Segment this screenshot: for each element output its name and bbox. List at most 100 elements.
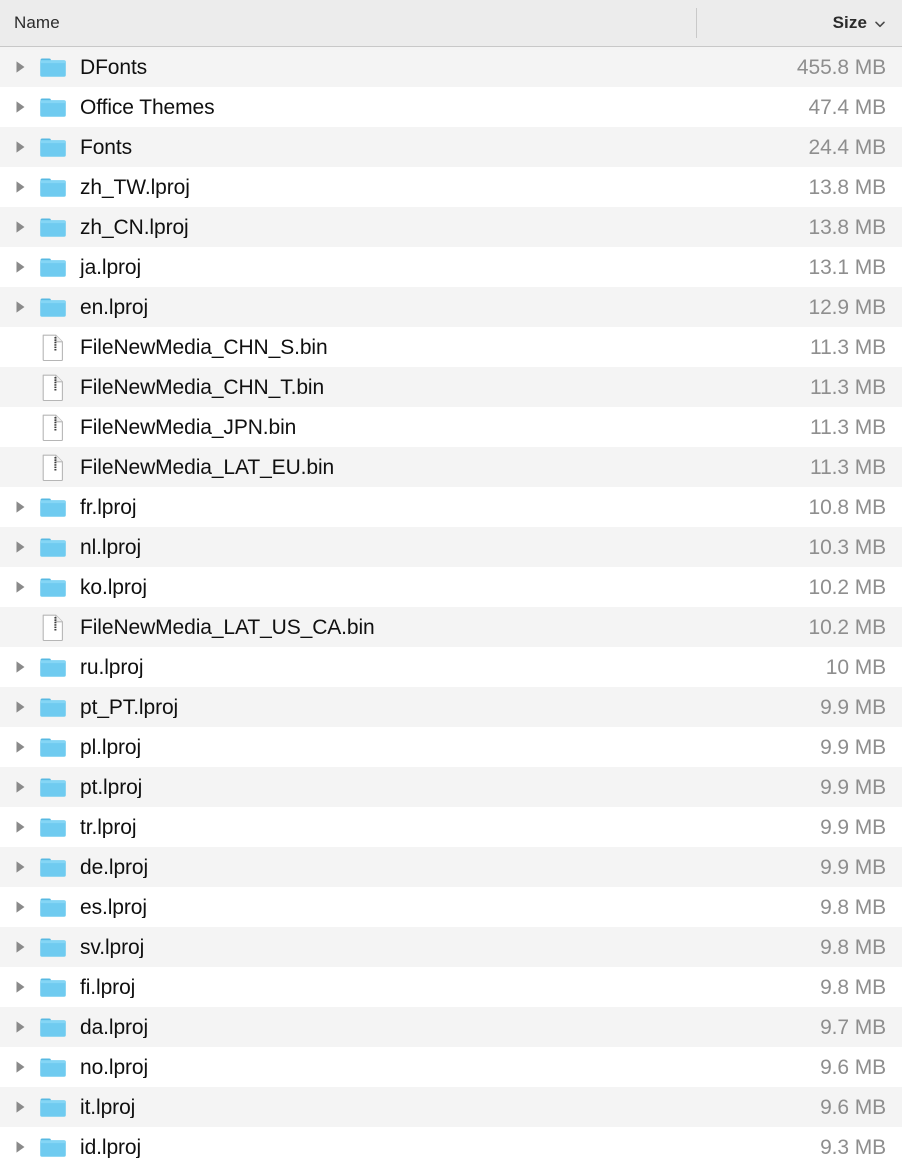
row-name-label: nl.lproj	[80, 536, 142, 558]
table-row[interactable]: zh_TW.lproj 13.8 MB	[0, 167, 902, 207]
row-name-cell: ru.lproj	[0, 656, 697, 678]
table-row[interactable]: de.lproj 9.9 MB	[0, 847, 902, 887]
row-name-cell: pt_PT.lproj	[0, 696, 697, 718]
table-row[interactable]: pt_PT.lproj 9.9 MB	[0, 687, 902, 727]
disclosure-triangle-icon[interactable]	[0, 980, 34, 994]
table-row[interactable]: tr.lproj 9.9 MB	[0, 807, 902, 847]
disclosure-triangle-icon[interactable]	[0, 300, 34, 314]
row-name-cell: tr.lproj	[0, 816, 697, 838]
row-size-cell: 13.8 MB	[808, 175, 886, 199]
table-row[interactable]: es.lproj 9.8 MB	[0, 887, 902, 927]
disclosure-triangle-icon[interactable]	[0, 660, 34, 674]
disclosure-triangle-icon[interactable]	[0, 500, 34, 514]
row-size-cell: 9.8 MB	[820, 895, 886, 919]
disclosure-triangle-icon[interactable]	[0, 1100, 34, 1114]
table-row[interactable]: FileNewMedia_CHN_T.bin 11.3 MB	[0, 367, 902, 407]
table-row[interactable]: Office Themes 47.4 MB	[0, 87, 902, 127]
row-name-cell: Office Themes	[0, 96, 697, 118]
table-row[interactable]: en.lproj 12.9 MB	[0, 287, 902, 327]
disclosure-triangle-icon[interactable]	[0, 1060, 34, 1074]
table-row[interactable]: fi.lproj 9.8 MB	[0, 967, 902, 1007]
table-row[interactable]: pt.lproj 9.9 MB	[0, 767, 902, 807]
row-size-cell: 9.9 MB	[820, 855, 886, 879]
disclosure-triangle-icon[interactable]	[0, 540, 34, 554]
column-header-size-label: Size	[832, 13, 867, 32]
table-row[interactable]: sv.lproj 9.8 MB	[0, 927, 902, 967]
row-size-cell: 9.9 MB	[820, 815, 886, 839]
row-name-cell: FileNewMedia_CHN_T.bin	[0, 374, 697, 401]
table-row[interactable]: Fonts 24.4 MB	[0, 127, 902, 167]
document-icon	[34, 374, 72, 401]
disclosure-triangle-icon[interactable]	[0, 140, 34, 154]
row-size-cell: 9.8 MB	[820, 975, 886, 999]
row-name-label: fr.lproj	[80, 496, 137, 518]
row-name-label: FileNewMedia_LAT_EU.bin	[80, 455, 335, 479]
table-row[interactable]: nl.lproj 10.3 MB	[0, 527, 902, 567]
row-name-label: FileNewMedia_JPN.bin	[80, 415, 297, 439]
table-row[interactable]: zh_CN.lproj 13.8 MB	[0, 207, 902, 247]
disclosure-triangle-icon[interactable]	[0, 820, 34, 834]
disclosure-triangle-icon[interactable]	[0, 60, 34, 74]
row-size-cell: 9.9 MB	[820, 695, 886, 719]
disclosure-triangle-icon[interactable]	[0, 220, 34, 234]
row-size-cell: 11.3 MB	[810, 335, 886, 359]
table-row[interactable]: fr.lproj 10.8 MB	[0, 487, 902, 527]
row-name-cell: pl.lproj	[0, 736, 697, 758]
document-icon	[34, 454, 72, 481]
table-row[interactable]: FileNewMedia_LAT_EU.bin 11.3 MB	[0, 447, 902, 487]
row-size-cell: 455.8 MB	[796, 55, 886, 79]
disclosure-triangle-icon[interactable]	[0, 940, 34, 954]
table-row[interactable]: FileNewMedia_JPN.bin 11.3 MB	[0, 407, 902, 447]
disclosure-triangle-icon[interactable]	[0, 1140, 34, 1154]
disclosure-triangle-icon[interactable]	[0, 100, 34, 114]
row-size-cell: 9.6 MB	[820, 1095, 886, 1119]
row-size-cell: 9.8 MB	[820, 935, 886, 959]
row-size-cell: 9.9 MB	[820, 775, 886, 799]
table-row[interactable]: pl.lproj 9.9 MB	[0, 727, 902, 767]
table-row[interactable]: da.lproj 9.7 MB	[0, 1007, 902, 1047]
table-row[interactable]: DFonts 455.8 MB	[0, 47, 902, 87]
row-name-label: en.lproj	[80, 296, 149, 318]
disclosure-triangle-icon[interactable]	[0, 260, 34, 274]
row-name-label: FileNewMedia_CHN_S.bin	[80, 335, 328, 359]
row-size-cell: 10.2 MB	[808, 615, 886, 639]
disclosure-triangle-icon[interactable]	[0, 1020, 34, 1034]
row-name-cell: sv.lproj	[0, 936, 697, 958]
column-header-bar: Name Size	[0, 0, 902, 47]
row-name-label: pt.lproj	[80, 776, 143, 798]
row-name-cell: de.lproj	[0, 856, 697, 878]
column-header-size[interactable]: Size	[697, 0, 902, 46]
folder-icon	[34, 696, 72, 718]
row-size-cell: 9.9 MB	[820, 735, 886, 759]
folder-icon	[34, 976, 72, 998]
row-name-cell: Fonts	[0, 136, 697, 158]
table-row[interactable]: ja.lproj 13.1 MB	[0, 247, 902, 287]
disclosure-triangle-icon[interactable]	[0, 580, 34, 594]
folder-icon	[34, 1056, 72, 1078]
row-name-cell: FileNewMedia_CHN_S.bin	[0, 334, 697, 361]
row-name-cell: id.lproj	[0, 1136, 697, 1158]
table-row[interactable]: ru.lproj 10 MB	[0, 647, 902, 687]
row-name-cell: zh_CN.lproj	[0, 216, 697, 238]
row-name-cell: FileNewMedia_JPN.bin	[0, 414, 697, 441]
table-row[interactable]: no.lproj 9.6 MB	[0, 1047, 902, 1087]
table-row[interactable]: FileNewMedia_LAT_US_CA.bin 10.2 MB	[0, 607, 902, 647]
row-name-label: da.lproj	[80, 1016, 149, 1038]
disclosure-triangle-icon[interactable]	[0, 780, 34, 794]
disclosure-triangle-icon[interactable]	[0, 180, 34, 194]
row-name-cell: no.lproj	[0, 1056, 697, 1078]
disclosure-triangle-icon[interactable]	[0, 860, 34, 874]
table-row[interactable]: it.lproj 9.6 MB	[0, 1087, 902, 1127]
disclosure-triangle-icon[interactable]	[0, 740, 34, 754]
row-size-cell: 12.9 MB	[808, 295, 886, 319]
disclosure-triangle-icon[interactable]	[0, 900, 34, 914]
table-row[interactable]: id.lproj 9.3 MB	[0, 1127, 902, 1162]
column-header-name[interactable]: Name	[0, 0, 697, 46]
document-icon	[34, 414, 72, 441]
disclosure-triangle-icon[interactable]	[0, 700, 34, 714]
document-icon	[34, 614, 72, 641]
table-row[interactable]: FileNewMedia_CHN_S.bin 11.3 MB	[0, 327, 902, 367]
table-row[interactable]: ko.lproj 10.2 MB	[0, 567, 902, 607]
file-list-view: Name Size DFonts 455.8 MB Office Themes 47.…	[0, 0, 902, 1162]
row-size-cell: 10.2 MB	[808, 575, 886, 599]
